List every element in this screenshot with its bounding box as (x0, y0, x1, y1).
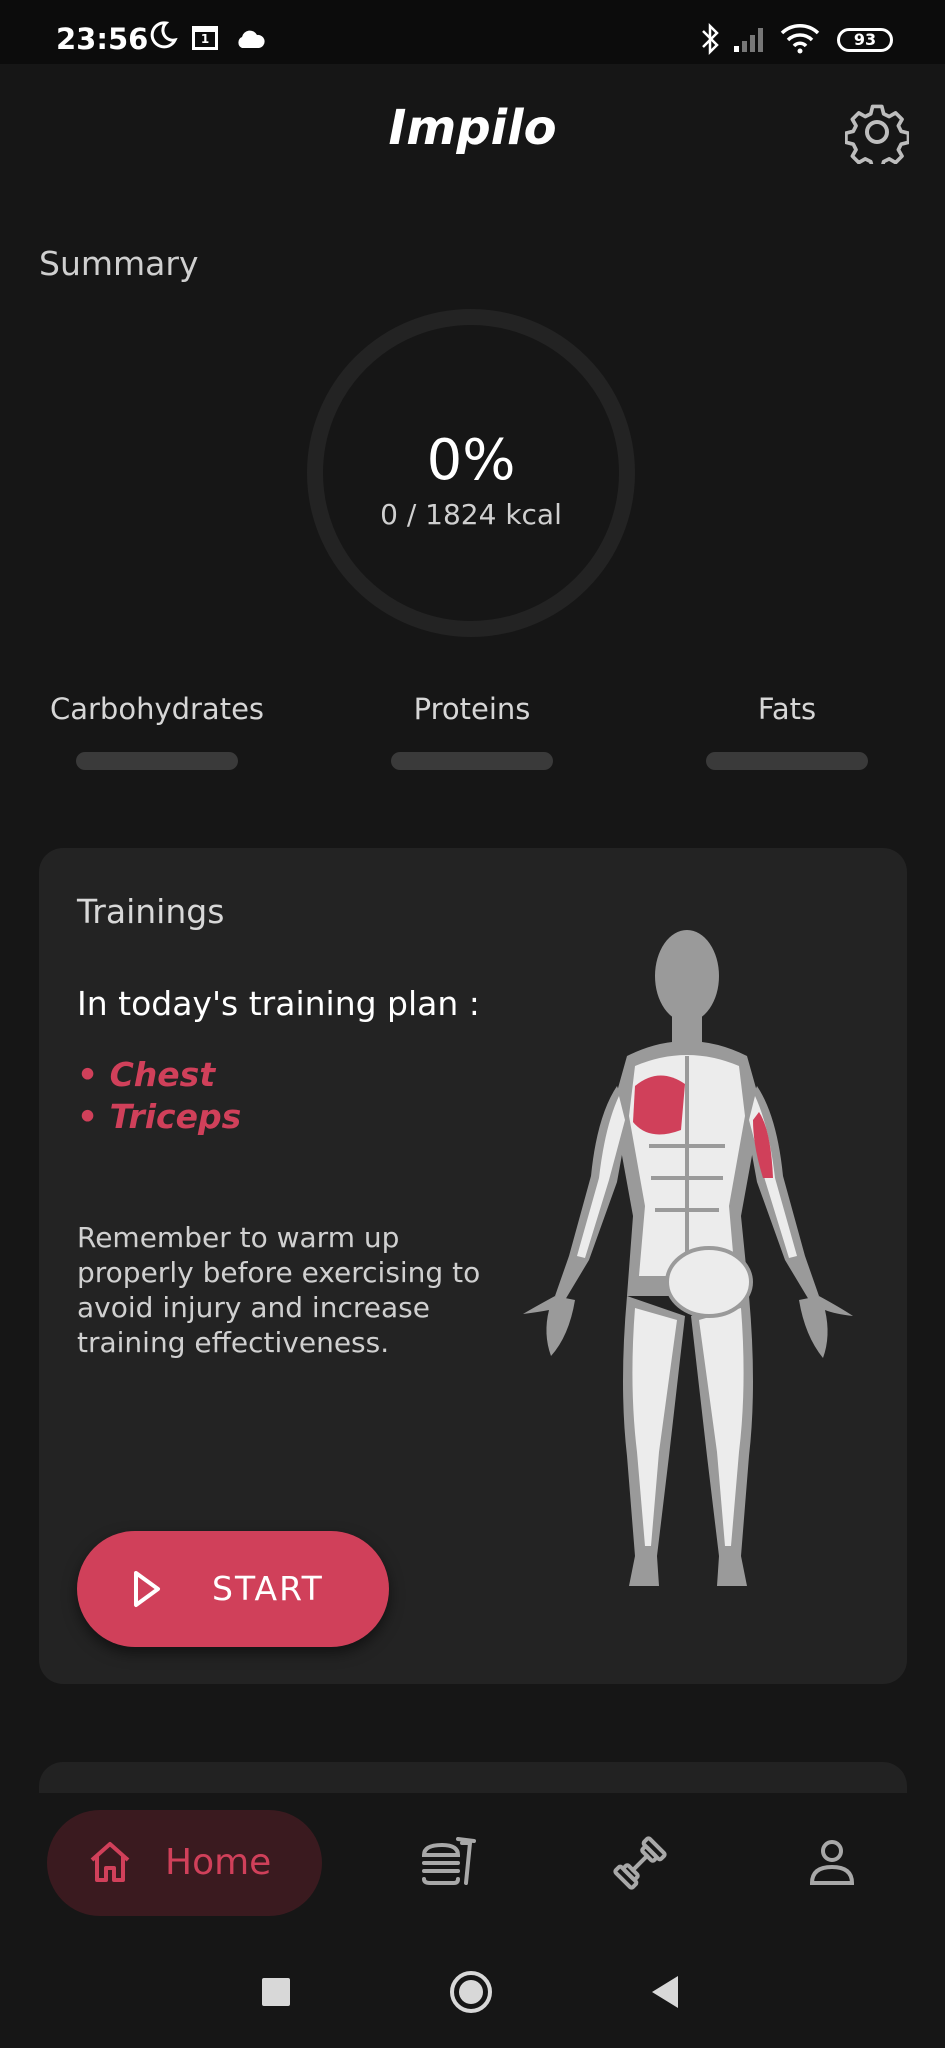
summary-label: Summary (39, 244, 199, 283)
profile-icon[interactable] (802, 1833, 862, 1893)
trainings-title: Trainings (77, 892, 225, 931)
play-icon (134, 1571, 160, 1607)
macro-proteins: Proteins (342, 692, 602, 770)
macro-progress-bar (706, 752, 868, 770)
macro-carbohydrates: Carbohydrates (27, 692, 287, 770)
macro-label: Carbohydrates (49, 692, 265, 726)
macro-progress-bar (391, 752, 553, 770)
status-time: 23:56 (56, 22, 149, 56)
macro-fats: Fats (657, 692, 917, 770)
back-button[interactable] (650, 1974, 680, 2010)
moon-icon (150, 21, 178, 49)
nav-label-home: Home (165, 1842, 272, 1883)
signal-icon (734, 28, 763, 52)
system-nav-bar (0, 1930, 945, 2048)
start-training-button[interactable]: START (77, 1531, 389, 1647)
home-icon (90, 1842, 130, 1882)
macro-label: Fats (757, 692, 817, 726)
warmup-tip: Remember to warm up properly before exer… (77, 1221, 481, 1359)
calendar-icon: 1 (192, 26, 218, 50)
body-muscle-figure-icon (523, 930, 853, 1586)
gear-icon[interactable] (845, 100, 909, 164)
dumbbell-icon[interactable] (610, 1833, 670, 1893)
bluetooth-icon (702, 22, 719, 56)
calorie-percent: 0% (426, 428, 516, 493)
macro-progress-bar (76, 752, 238, 770)
muscle-item: • Triceps (77, 1097, 242, 1136)
recents-button[interactable] (262, 1978, 290, 2006)
wifi-icon (780, 24, 820, 54)
battery-indicator: 93 (837, 28, 893, 52)
nav-item-home[interactable]: Home (47, 1810, 322, 1916)
cloud-icon (238, 30, 265, 48)
trainings-card: Trainings In today's training plan : • C… (39, 848, 907, 1684)
status-bar: 23:56 1 93 (0, 0, 945, 64)
home-system-button[interactable] (449, 1970, 493, 2014)
meals-icon[interactable] (418, 1833, 478, 1893)
calorie-count: 0 / 1824 kcal (380, 498, 562, 531)
training-plan-heading: In today's training plan : (77, 984, 480, 1023)
muscle-item: • Chest (77, 1055, 216, 1094)
muscle-list: • Chest • Triceps (77, 1054, 241, 1138)
macro-label: Proteins (413, 692, 531, 726)
app-title: Impilo (388, 100, 557, 156)
start-label: START (212, 1569, 324, 1608)
bottom-nav: Home (0, 1793, 945, 1930)
